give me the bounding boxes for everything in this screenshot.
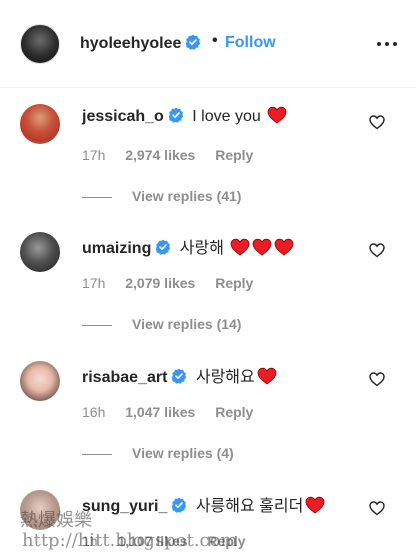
view-replies-button[interactable]: View replies (14) xyxy=(82,316,241,332)
comment-text: I love you xyxy=(192,108,261,125)
reply-button[interactable]: Reply xyxy=(215,147,253,163)
separator-dot: • xyxy=(212,32,218,49)
view-replies-label[interactable]: View replies (14) xyxy=(132,316,241,332)
red-heart-emoji-icon xyxy=(275,238,294,256)
view-replies-label[interactable]: View replies (41) xyxy=(132,188,241,204)
comment-body: jessicah_o I love you xyxy=(82,106,287,126)
verified-badge-icon xyxy=(172,497,187,513)
reply-button[interactable]: Reply xyxy=(215,275,253,291)
red-heart-emoji-icon xyxy=(267,106,287,124)
replies-rule xyxy=(82,453,112,455)
view-replies-button[interactable]: View replies (4) xyxy=(82,445,234,461)
comment-text: 사랑해요 xyxy=(195,369,255,386)
comment-item: umaizing 사랑해 17h 2,079 likes Reply View … xyxy=(0,216,416,344)
view-replies-label[interactable]: View replies (4) xyxy=(132,445,234,461)
follow-button[interactable]: Follow xyxy=(225,34,276,52)
comment-likes[interactable]: 2,079 likes xyxy=(125,275,195,291)
comment-meta: 17h 2,974 likes Reply xyxy=(82,147,253,163)
author-username-label[interactable]: hyoleehyolee xyxy=(80,35,181,52)
comment-item: risabae_art 사랑해요 16h 1,047 likes Reply V… xyxy=(0,345,416,473)
author-username[interactable]: hyoleehyolee xyxy=(80,34,201,53)
comment-text: 사랑해 xyxy=(179,240,224,257)
commenter-username[interactable]: umaizing xyxy=(82,240,151,257)
comment-likes[interactable]: 2,974 likes xyxy=(125,147,195,163)
red-heart-emoji-icon xyxy=(305,496,325,514)
replies-rule xyxy=(82,324,112,326)
author-avatar[interactable] xyxy=(20,24,60,64)
watermark-title: 熱爆娛樂 xyxy=(20,510,92,531)
red-heart-emoji-icon xyxy=(257,367,277,385)
red-heart-emoji-icon xyxy=(253,238,272,256)
comment-time[interactable]: 17h xyxy=(82,275,105,291)
comment-text: 사릉해요 훌리더 xyxy=(195,498,304,515)
commenter-avatar[interactable] xyxy=(20,104,60,144)
comment-meta: 16h 1,047 likes Reply xyxy=(82,404,253,420)
more-options-icon[interactable] xyxy=(377,42,397,48)
commenter-avatar[interactable] xyxy=(20,361,60,401)
commenter-username[interactable]: sung_yuri_ xyxy=(82,498,167,515)
commenter-username[interactable]: jessicah_o xyxy=(82,108,164,125)
like-heart-icon[interactable] xyxy=(369,371,385,387)
comment-time[interactable]: 17h xyxy=(82,147,105,163)
verified-badge-icon xyxy=(156,239,171,255)
verified-badge-icon xyxy=(172,368,187,384)
reply-button[interactable]: Reply xyxy=(215,404,253,420)
comment-body: sung_yuri_ 사릉해요 훌리더 xyxy=(82,492,325,516)
verified-badge-icon xyxy=(186,34,201,50)
comment-body: umaizing 사랑해 xyxy=(82,234,294,258)
watermark-url: http://hitt.blogspot.com xyxy=(22,530,238,551)
comment-likes[interactable]: 1,047 likes xyxy=(125,404,195,420)
comment-item: jessicah_o I love you 17h 2,974 likes Re… xyxy=(0,88,416,216)
commenter-username[interactable]: risabae_art xyxy=(82,369,167,386)
commenter-avatar[interactable] xyxy=(20,232,60,272)
like-heart-icon[interactable] xyxy=(369,500,385,516)
like-heart-icon[interactable] xyxy=(369,114,385,130)
comment-meta: 17h 2,079 likes Reply xyxy=(82,275,253,291)
post-header: hyoleehyolee • Follow xyxy=(0,0,416,88)
like-heart-icon[interactable] xyxy=(369,242,385,258)
replies-rule xyxy=(82,196,112,198)
red-heart-emoji-icon xyxy=(231,238,250,256)
comment-time[interactable]: 16h xyxy=(82,404,105,420)
verified-badge-icon xyxy=(168,107,184,123)
comment-body: risabae_art 사랑해요 xyxy=(82,363,277,387)
view-replies-button[interactable]: View replies (41) xyxy=(82,188,241,204)
